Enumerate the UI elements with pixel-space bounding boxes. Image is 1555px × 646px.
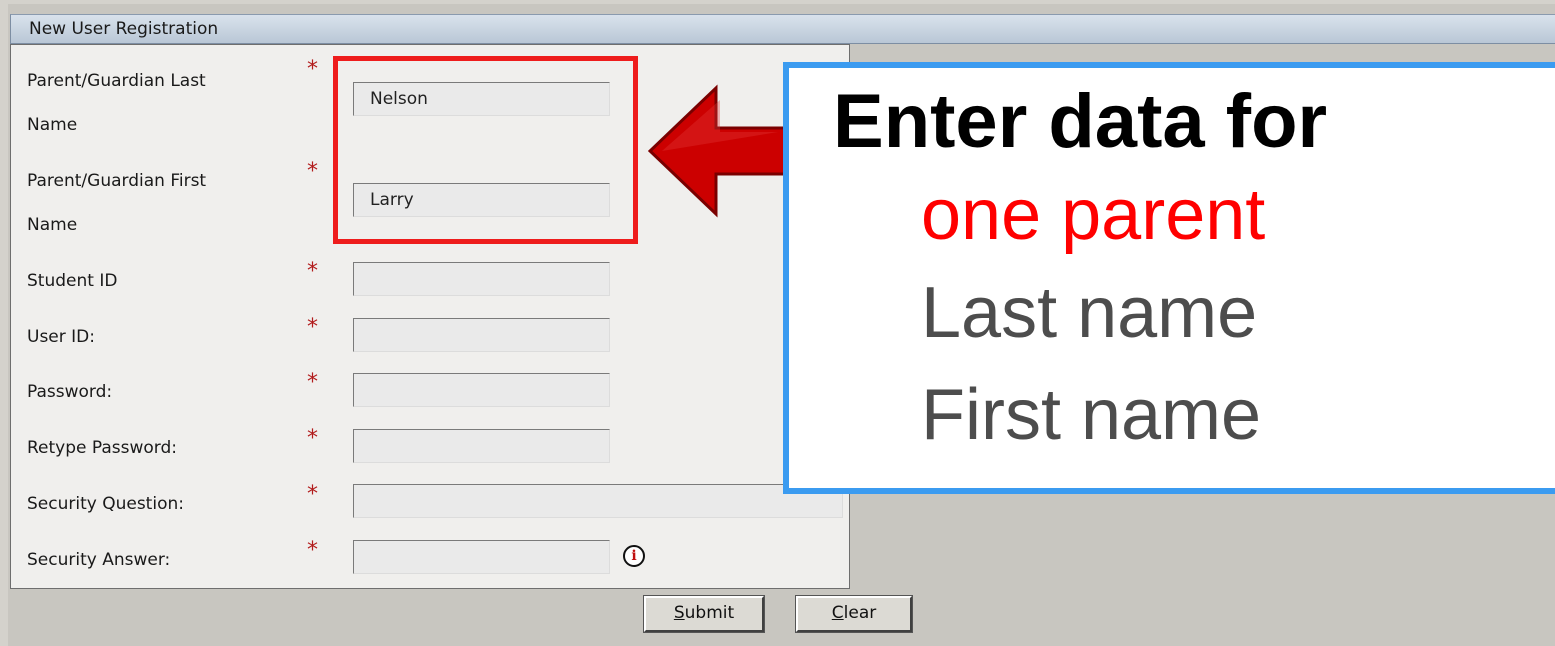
- info-icon[interactable]: i: [623, 545, 645, 567]
- clear-label-rest: lear: [843, 603, 877, 623]
- required-marker: *: [307, 426, 318, 451]
- submit-button[interactable]: Submit: [643, 595, 765, 633]
- password-field[interactable]: [353, 373, 610, 407]
- parent-last-name-label-line1: Parent/Guardian Last: [27, 71, 206, 91]
- submit-accesskey: S: [673, 603, 685, 623]
- security-question-field[interactable]: [353, 484, 843, 518]
- required-marker: *: [307, 159, 318, 184]
- callout-emphasis: one parent: [921, 175, 1266, 255]
- highlight-box: [333, 56, 638, 244]
- retype-password-label: Retype Password:: [27, 438, 178, 458]
- retype-password-field[interactable]: [353, 429, 610, 463]
- required-marker: *: [307, 538, 318, 563]
- pointer-arrow-icon: [648, 84, 788, 218]
- parent-last-name-label-line2: Name: [27, 115, 78, 135]
- parent-first-name-label-line2: Name: [27, 215, 78, 235]
- window-titlebar: New User Registration: [10, 14, 1555, 44]
- submit-label-rest: ubmit: [684, 603, 735, 623]
- required-marker: *: [307, 370, 318, 395]
- student-id-label: Student ID: [27, 271, 118, 291]
- security-answer-field[interactable]: [353, 540, 610, 574]
- required-marker: *: [307, 482, 318, 507]
- required-marker: *: [307, 315, 318, 340]
- instruction-callout: Enter data for one parent Last name Firs…: [783, 62, 1555, 494]
- user-id-label: User ID:: [27, 327, 95, 347]
- required-marker: *: [307, 259, 318, 284]
- parent-first-name-label-line1: Parent/Guardian First: [27, 171, 207, 191]
- user-id-field[interactable]: [353, 318, 610, 352]
- window-title: New User Registration: [29, 19, 219, 39]
- callout-heading: Enter data for: [833, 79, 1328, 164]
- callout-item-last-name: Last name: [921, 273, 1258, 353]
- clear-accesskey: C: [831, 603, 844, 623]
- security-question-label: Security Question:: [27, 494, 184, 514]
- clear-button[interactable]: Clear: [795, 595, 913, 633]
- student-id-field[interactable]: [353, 262, 610, 296]
- security-answer-label: Security Answer:: [27, 550, 171, 570]
- password-label: Password:: [27, 382, 113, 402]
- callout-item-first-name: First name: [921, 375, 1262, 455]
- required-marker: *: [307, 57, 318, 82]
